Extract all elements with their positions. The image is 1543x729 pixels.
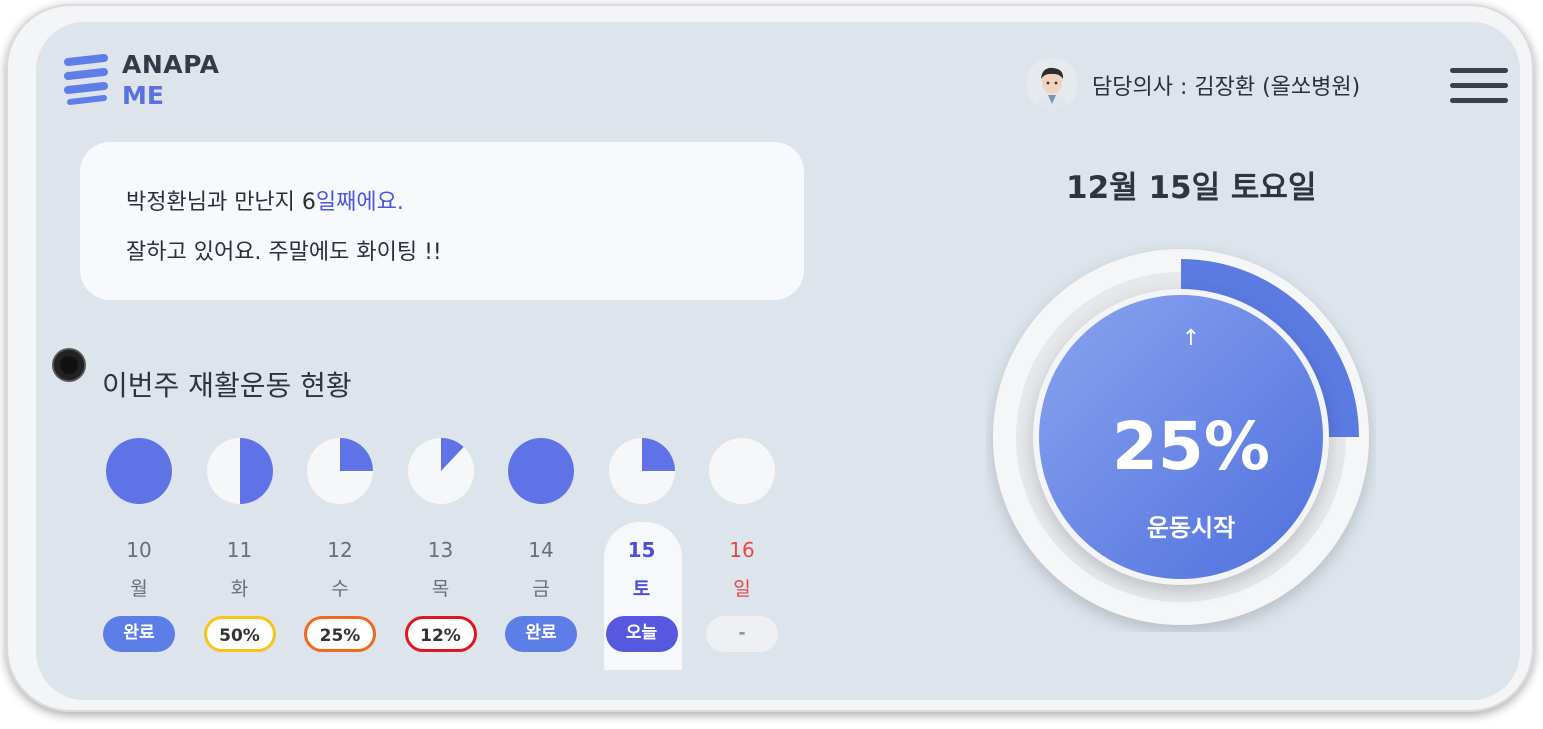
day-date-16: 16 bbox=[729, 538, 755, 562]
day-name-13: 목 bbox=[431, 578, 450, 600]
day-date-10: 10 bbox=[126, 538, 152, 562]
day-date-14: 14 bbox=[528, 538, 554, 562]
day-name-14: 금 bbox=[532, 578, 550, 600]
progress-pie-15 bbox=[608, 438, 675, 504]
section-bullet-icon bbox=[54, 350, 84, 380]
status-badge-15[interactable]: 오늘 bbox=[605, 616, 678, 652]
status-badge-11[interactable]: 50% bbox=[203, 616, 276, 652]
app-screen: ANAPA ME 담당의사 : 김장환 (올쏘병원) 박정환님과 만난지 6일째… bbox=[36, 22, 1520, 700]
progress-pie-16 bbox=[709, 438, 775, 504]
progress-pie-14 bbox=[508, 438, 574, 504]
message-card bbox=[80, 142, 804, 300]
hamburger-menu-icon[interactable] bbox=[1450, 68, 1508, 104]
status-badge-12[interactable]: 25% bbox=[304, 616, 376, 652]
arrow-up-icon: ↑ bbox=[1181, 326, 1201, 351]
day-date-11: 11 bbox=[226, 538, 253, 562]
message-prefix: 박정환님과 만난지 6 bbox=[126, 190, 316, 215]
status-badge-14[interactable]: 완료 bbox=[505, 616, 577, 652]
doctor-avatar-icon[interactable] bbox=[1026, 58, 1078, 110]
progress-pie-13 bbox=[407, 438, 474, 504]
status-badge-10[interactable]: 완료 bbox=[103, 616, 175, 652]
day-name-11: 화 bbox=[230, 578, 249, 600]
day-date-13: 13 bbox=[427, 538, 454, 562]
message-line-2: 잘하고 있어요. 주말에도 화이팅 !! bbox=[126, 240, 442, 265]
section-title: 이번주 재활운동 현황 bbox=[102, 369, 352, 402]
message-line-1: 박정환님과 만난지 6일째에요. bbox=[126, 184, 404, 216]
day-name-15: 토 bbox=[632, 578, 651, 600]
progress-pie-12 bbox=[307, 438, 373, 504]
status-badge-16[interactable]: - bbox=[706, 616, 778, 652]
day-date-15: 15 bbox=[627, 538, 656, 562]
message-highlight: 일째에요. bbox=[315, 190, 404, 215]
doctor-info-label: 담당의사 : 김장환 (올쏘병원) bbox=[1092, 75, 1361, 100]
status-badge-13[interactable]: 12% bbox=[404, 616, 477, 652]
gauge-percent-text: 25% bbox=[1112, 408, 1270, 485]
progress-pie-10 bbox=[106, 438, 172, 504]
day-name-10: 월 bbox=[130, 578, 148, 600]
start-exercise-button[interactable]: 운동시작 bbox=[1086, 508, 1296, 543]
today-date-label: 12월 15일 토요일 bbox=[1066, 170, 1317, 206]
day-date-12: 12 bbox=[327, 538, 353, 562]
logo-text-anapa: ANAPA bbox=[122, 50, 220, 79]
day-name-16: 일 bbox=[733, 578, 751, 600]
day-name-12: 수 bbox=[331, 578, 349, 600]
logo-text-me: ME bbox=[122, 81, 164, 110]
anapa-logo-icon bbox=[64, 54, 108, 105]
progress-pie-11 bbox=[206, 438, 273, 504]
device-frame: ANAPA ME 담당의사 : 김장환 (올쏘병원) 박정환님과 만난지 6일째… bbox=[6, 4, 1534, 712]
